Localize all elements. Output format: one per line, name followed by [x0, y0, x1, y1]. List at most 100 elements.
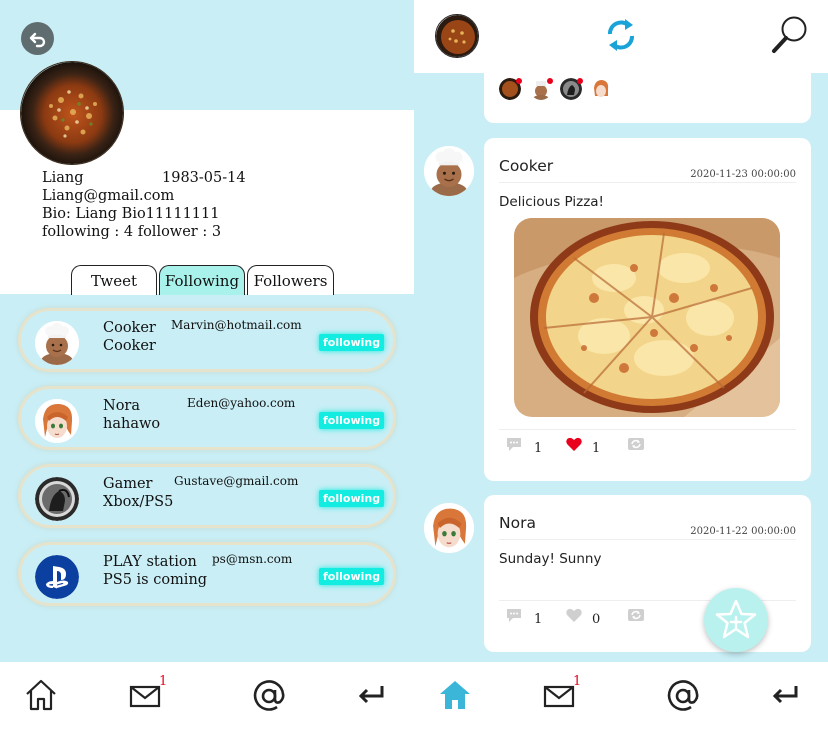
like-button[interactable]	[565, 606, 583, 628]
comment-icon	[507, 438, 521, 451]
profile-email: Liang@gmail.com	[42, 188, 175, 204]
feed-post[interactable]: Cooker 2020-11-23 00:00:00 Delicious Piz…	[484, 138, 811, 481]
nav-return[interactable]	[770, 678, 802, 714]
following-button[interactable]: following	[319, 334, 385, 351]
following-name-block: Nora hahawo	[103, 397, 160, 433]
nav-home[interactable]	[24, 678, 58, 716]
mail-icon	[129, 685, 161, 708]
profile-follow-stats: following : 4 follower : 3	[42, 224, 222, 240]
post-image[interactable]	[514, 218, 780, 417]
following-subtitle: Xbox/PS5	[103, 494, 174, 510]
following-item[interactable]: PLAY station PS5 is coming ps@msn.com fo…	[18, 542, 396, 606]
profile-birthdate: 1983-05-14	[162, 170, 246, 186]
mail-badge: 1	[159, 674, 168, 689]
playstation-logo-avatar	[35, 555, 79, 599]
following-email: Eden@yahoo.com	[187, 396, 296, 410]
profile-panel: Liang 1983-05-14 Liang@gmail.com Bio: Li…	[0, 0, 414, 662]
post-author-avatar[interactable]	[424, 503, 474, 553]
following-name: Nora	[103, 398, 140, 414]
at-icon	[253, 680, 285, 711]
following-email: Gustave@gmail.com	[174, 474, 299, 488]
following-email: ps@msn.com	[212, 552, 293, 566]
nav-messages[interactable]	[128, 678, 162, 716]
comment-count: 1	[534, 612, 543, 627]
anime-girl-avatar[interactable]	[590, 78, 612, 100]
following-button[interactable]: following	[319, 568, 385, 585]
retweet-icon	[628, 609, 644, 621]
bottom-nav-right: 1	[414, 662, 828, 736]
retweet-icon	[628, 438, 644, 450]
nav-mentions[interactable]	[251, 678, 287, 718]
following-button[interactable]: following	[319, 412, 385, 429]
profile-avatar[interactable]	[20, 61, 124, 165]
following-subtitle: hahawo	[103, 416, 161, 432]
post-author[interactable]: Nora	[499, 514, 536, 532]
chef-icon	[424, 146, 474, 196]
post-text: Sunday! Sunny	[499, 551, 602, 567]
profile-name: Liang	[42, 170, 84, 186]
following-subtitle: PS5 is coming	[103, 572, 208, 588]
at-icon	[667, 680, 699, 711]
post-author[interactable]: Cooker	[499, 157, 553, 175]
compose-button[interactable]	[704, 588, 768, 652]
return-icon	[358, 686, 384, 704]
back-arrow-icon	[29, 32, 45, 47]
heart-filled-icon	[566, 437, 582, 451]
following-name-block: Cooker Cooker	[103, 319, 156, 355]
nav-home[interactable]	[438, 678, 472, 716]
mail-icon	[543, 685, 575, 708]
nav-return[interactable]	[356, 678, 388, 714]
tab-followers[interactable]: Followers	[247, 265, 334, 295]
like-count: 0	[592, 612, 601, 627]
following-name: PLAY station	[103, 554, 197, 570]
tab-following[interactable]: Following	[159, 265, 245, 295]
story-unread-dot	[577, 78, 583, 84]
like-button[interactable]	[565, 435, 583, 457]
story-unread-dot	[547, 78, 553, 84]
user-avatar[interactable]	[435, 14, 479, 58]
story-unread-dot	[516, 78, 522, 84]
nav-mentions[interactable]	[665, 678, 701, 718]
anime-girl-avatar	[35, 399, 79, 443]
home-icon	[440, 681, 470, 709]
bottom-nav-left: 1	[0, 662, 414, 736]
following-item[interactable]: Cooker Cooker Marvin@hotmail.com followi…	[18, 308, 396, 372]
comment-button[interactable]	[505, 606, 523, 628]
post-divider	[499, 539, 796, 540]
following-item[interactable]: Nora hahawo Eden@yahoo.com following	[18, 386, 396, 450]
home-icon	[26, 679, 56, 711]
retweet-button[interactable]	[627, 435, 645, 457]
refresh-button[interactable]	[604, 16, 638, 58]
post-date: 2020-11-23 00:00:00	[690, 169, 796, 180]
gamer-avatar	[35, 477, 79, 521]
back-button[interactable]	[21, 22, 54, 55]
following-item[interactable]: Gamer Xbox/PS5 Gustave@gmail.com followi…	[18, 464, 396, 528]
tab-tweet[interactable]: Tweet	[71, 265, 157, 295]
following-name-block: Gamer Xbox/PS5	[103, 475, 173, 511]
playstation-logo-icon	[35, 555, 79, 599]
post-divider	[499, 182, 796, 183]
heart-outline-icon	[566, 608, 582, 622]
refresh-icon	[608, 19, 634, 51]
following-name: Cooker	[103, 320, 156, 336]
following-name-block: PLAY station PS5 is coming	[103, 553, 207, 589]
post-author-avatar[interactable]	[424, 146, 474, 196]
comment-icon	[507, 609, 521, 622]
post-actions: 1 1	[499, 435, 799, 461]
comment-count: 1	[534, 441, 543, 456]
anime-girl-icon	[35, 399, 79, 443]
profile-bio: Bio: Liang Bio11111111	[42, 206, 220, 222]
following-email: Marvin@hotmail.com	[171, 318, 302, 332]
comment-button[interactable]	[505, 435, 523, 457]
food-dish-icon	[436, 15, 478, 57]
like-count: 1	[592, 441, 601, 456]
anime-girl-icon	[424, 503, 474, 553]
search-button[interactable]	[770, 14, 810, 60]
return-icon	[772, 686, 798, 704]
following-button[interactable]: following	[319, 490, 385, 507]
retweet-button[interactable]	[627, 606, 645, 628]
pizza-photo	[514, 218, 780, 417]
chef-avatar	[35, 321, 79, 365]
nav-messages[interactable]	[542, 678, 576, 716]
mail-badge: 1	[573, 674, 582, 689]
